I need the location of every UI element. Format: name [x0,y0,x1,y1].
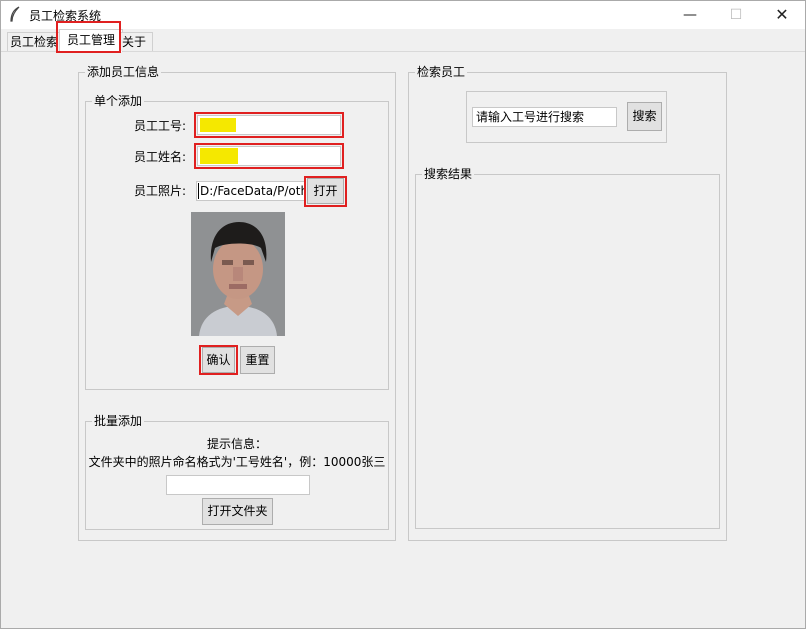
hint-title: 提示信息： [206,437,267,451]
hint-text: 文件夹中的照片命名格式为'工号姓名'，例：10000张三 [88,455,386,469]
search-input-value: 请输入工号进行搜索 [476,110,585,124]
search-button[interactable]: 搜索 [627,102,662,131]
search-results-list[interactable] [418,186,717,526]
annotation-box-confirm [199,345,238,375]
photo-path-input[interactable]: D:/FaceData/P/oth [196,181,306,201]
tab-about[interactable]: 关于 [119,32,153,51]
employee-portrait-image [191,212,285,336]
photo-path-value: D:/FaceData/P/oth [200,184,306,198]
text-cursor [198,183,199,199]
title-bar: 员工检索系统 — ☐ ✕ [1,1,805,29]
maximize-button[interactable]: ☐ [713,1,759,29]
add-employee-title: 添加员工信息 [85,65,162,79]
annotation-box-id [194,112,344,138]
tab-bar: 员工检索 员工管理 关于 [1,29,805,52]
close-button[interactable]: ✕ [759,1,805,29]
batch-add-title: 批量添加 [92,414,145,428]
annotation-box-tab [56,21,121,53]
photo-preview [191,212,285,336]
minimize-button[interactable]: — [667,1,713,29]
reset-button[interactable]: 重置 [240,346,275,374]
employee-name-label: 员工姓名: [134,150,187,164]
search-employee-title: 检索员工 [415,65,468,79]
annotation-box-open [304,176,347,207]
feather-icon [9,6,23,22]
single-add-title: 单个添加 [92,94,145,108]
search-input[interactable]: 请输入工号进行搜索 [472,107,617,127]
employee-id-label: 员工工号: [134,119,187,133]
folder-path-input[interactable] [166,475,310,495]
open-folder-button[interactable]: 打开文件夹 [202,498,273,525]
search-results-title: 搜索结果 [422,167,475,181]
app-window: 员工检索系统 — ☐ ✕ 员工检索 员工管理 关于 添加员工信息 单个添加 员工… [0,0,806,629]
employee-photo-label: 员工照片: [134,184,187,198]
annotation-box-name [194,143,344,169]
